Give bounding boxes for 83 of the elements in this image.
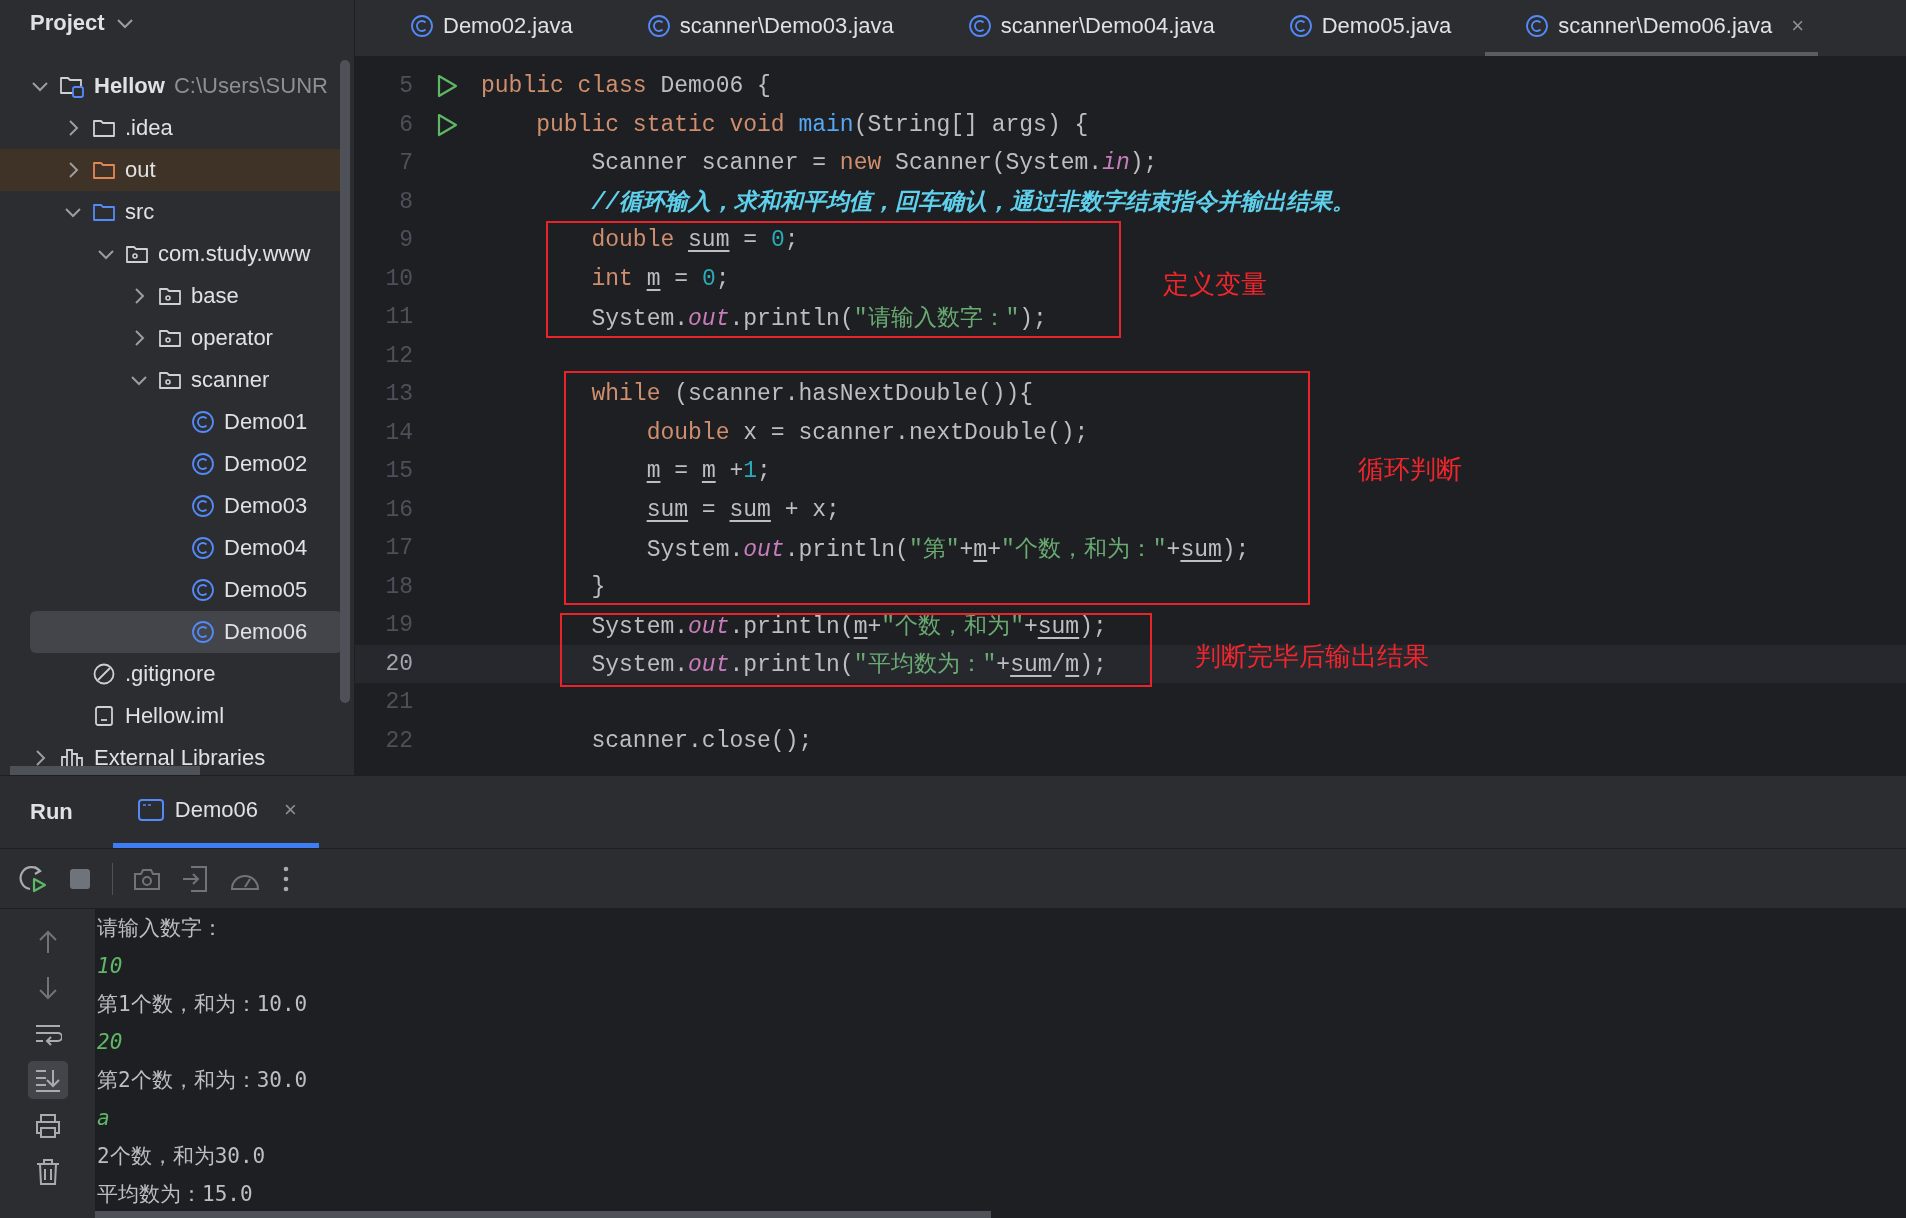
scrollbar[interactable] bbox=[340, 60, 350, 703]
tree-item[interactable]: Demo03 bbox=[0, 485, 342, 527]
code-line: public class Demo06 { bbox=[481, 73, 771, 100]
stop-icon[interactable] bbox=[68, 866, 92, 891]
code-line: System.out.println("请输入数字："); bbox=[590, 304, 1047, 333]
tree-item[interactable]: External Libraries bbox=[0, 737, 342, 775]
console-output: 第2个数，和为：30.0 bbox=[97, 1067, 308, 1094]
run-tab[interactable]: Demo06 × bbox=[112, 776, 319, 848]
class-icon bbox=[191, 494, 215, 518]
soft-wrap-icon bbox=[33, 1022, 62, 1046]
tree-item[interactable]: .gitignore bbox=[0, 653, 342, 695]
code-line: System.out.println(m+"个数，和为"+sum); bbox=[590, 612, 1107, 641]
trash-icon bbox=[34, 1158, 61, 1186]
code-line: m = m +1; bbox=[645, 458, 771, 485]
editor-tab[interactable]: Demo02.java bbox=[370, 0, 607, 56]
class-icon bbox=[1525, 14, 1550, 38]
console-icon bbox=[136, 796, 165, 823]
code-line: while (scanner.hasNextDouble()){ bbox=[590, 381, 1034, 408]
code-line: double sum = 0; bbox=[590, 227, 799, 254]
annotation-label: 定义变量 bbox=[1163, 268, 1267, 301]
tree-item[interactable]: Demo02 bbox=[0, 443, 342, 485]
tree-item[interactable]: .idea bbox=[0, 107, 342, 149]
console-output: 2个数，和为30.0 bbox=[97, 1143, 266, 1170]
editor-tab[interactable]: scanner\Demo04.java bbox=[927, 0, 1249, 56]
tree-item[interactable]: Demo06 bbox=[30, 611, 342, 653]
code-line: Scanner scanner = new Scanner(System.in); bbox=[590, 150, 1158, 177]
scrollbar[interactable] bbox=[95, 1211, 991, 1218]
tree-item[interactable]: Demo01 bbox=[0, 401, 342, 443]
code-line: } bbox=[590, 573, 606, 600]
run-icon[interactable] bbox=[436, 74, 458, 99]
code-line: //循环输入，求和和平均值，回车确认，通过非数字结束指令并输出结果。 bbox=[590, 188, 1356, 218]
class-icon bbox=[191, 620, 215, 644]
annotation-label: 判断完毕后输出结果 bbox=[1195, 640, 1429, 673]
close-icon[interactable]: × bbox=[1791, 13, 1805, 39]
ignore-file-icon bbox=[92, 662, 116, 686]
tree-item[interactable]: Hellow C:\Users\SUNR bbox=[0, 65, 342, 107]
class-icon bbox=[410, 14, 434, 38]
editor-tab[interactable]: scanner\Demo06.java × bbox=[1485, 0, 1819, 56]
code-line: int m = 0; bbox=[590, 265, 730, 292]
class-icon bbox=[646, 14, 671, 38]
close-icon[interactable]: × bbox=[283, 796, 297, 823]
code-line: System.out.println("第"+m+"个数，和为："+sum); bbox=[645, 535, 1250, 564]
tree-item[interactable]: out bbox=[0, 149, 342, 191]
scrollbar[interactable] bbox=[10, 766, 200, 775]
exit-icon[interactable] bbox=[181, 864, 209, 893]
typed-input-text: 20 bbox=[97, 1029, 123, 1056]
code-line: scanner.close(); bbox=[590, 727, 813, 754]
annotation-label: 循环判断 bbox=[1358, 453, 1462, 486]
line-number: 20 bbox=[384, 650, 413, 677]
printer-icon bbox=[33, 1113, 62, 1139]
tree-item[interactable]: operator bbox=[0, 317, 342, 359]
panel-title[interactable]: Project bbox=[30, 10, 105, 36]
editor-tab[interactable]: Demo05.java bbox=[1248, 0, 1486, 56]
code-line: System.out.println("平均数为："+sum/m); bbox=[590, 651, 1107, 680]
tree-item[interactable]: src bbox=[0, 191, 342, 233]
class-icon bbox=[191, 536, 215, 560]
more-icon[interactable] bbox=[281, 864, 291, 893]
rerun-icon[interactable] bbox=[18, 863, 48, 894]
code-line: public static void main(String[] args) { bbox=[535, 111, 1089, 138]
tree-item[interactable]: base bbox=[0, 275, 342, 317]
class-icon bbox=[967, 14, 992, 38]
console-output: 平均数为：15.0 bbox=[97, 1181, 253, 1208]
run-icon[interactable] bbox=[436, 112, 458, 137]
scroll-to-end-icon bbox=[33, 1067, 62, 1093]
editor-tab[interactable]: scanner\Demo03.java bbox=[606, 0, 928, 56]
typed-input-text: a bbox=[97, 1105, 110, 1132]
class-icon bbox=[191, 410, 215, 434]
console-output: 第1个数，和为：10.0 bbox=[97, 991, 308, 1018]
class-icon bbox=[191, 452, 215, 476]
tool-button[interactable] bbox=[27, 1061, 68, 1099]
typed-input-text: 10 bbox=[97, 953, 123, 980]
tree-item[interactable]: scanner bbox=[0, 359, 342, 401]
tree-item[interactable]: Demo05 bbox=[0, 569, 342, 611]
console-output: 请输入数字： bbox=[97, 915, 223, 942]
panel-title[interactable]: Run bbox=[30, 799, 73, 825]
code-line: sum = sum + x; bbox=[645, 496, 840, 523]
file-icon bbox=[92, 704, 116, 728]
tree-item[interactable]: Demo04 bbox=[0, 527, 342, 569]
code-line: double x = scanner.nextDouble(); bbox=[645, 419, 1089, 446]
tree-item[interactable]: com.study.www bbox=[0, 233, 342, 275]
tree-item[interactable]: Hellow.iml bbox=[0, 695, 342, 737]
class-icon bbox=[1288, 14, 1313, 38]
class-icon bbox=[191, 578, 215, 602]
